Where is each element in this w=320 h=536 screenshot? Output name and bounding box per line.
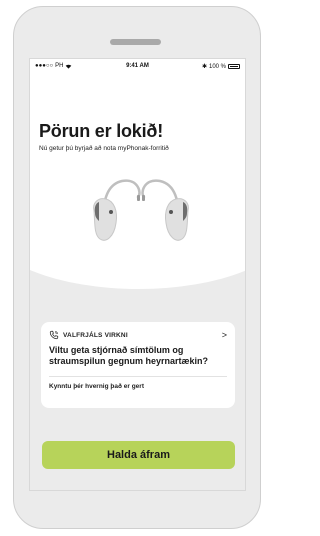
right-hearing-aid-icon xyxy=(141,179,189,241)
card-question: Viltu geta stjórnað símtölum og straumsp… xyxy=(49,345,209,366)
battery-icon xyxy=(228,64,240,69)
battery-percent: 100 % xyxy=(208,63,226,70)
optional-feature-card[interactable]: VALFRJÁLS VIRKNI > Viltu geta stjórnað s… xyxy=(41,322,235,408)
status-bar: ●●●○○ PH 9:41 AM ✱ 100 % xyxy=(30,59,245,73)
page-subtitle: Nú getur þú byrjað að nota myPhonak-forr… xyxy=(39,145,169,152)
left-hearing-aid-icon xyxy=(93,179,141,241)
page-title: Pörun er lokið! xyxy=(39,121,164,141)
app-screen: ●●●○○ PH 9:41 AM ✱ 100 % Pörun er lokið!… xyxy=(29,58,246,491)
hearing-aids-illustration xyxy=(93,179,189,241)
phone-speaker xyxy=(110,39,161,45)
card-divider xyxy=(49,376,227,377)
card-header: VALFRJÁLS VIRKNI > xyxy=(49,329,227,341)
status-right: ✱ 100 % xyxy=(202,63,240,70)
phone-icon xyxy=(49,330,59,340)
card-label: VALFRJÁLS VIRKNI xyxy=(63,331,128,339)
bluetooth-icon: ✱ xyxy=(201,64,207,70)
learn-how-link[interactable]: Kynntu þér hvernig það er gert xyxy=(49,383,227,390)
continue-button[interactable]: Halda áfram xyxy=(42,441,235,469)
chevron-right-icon[interactable]: > xyxy=(222,330,227,340)
